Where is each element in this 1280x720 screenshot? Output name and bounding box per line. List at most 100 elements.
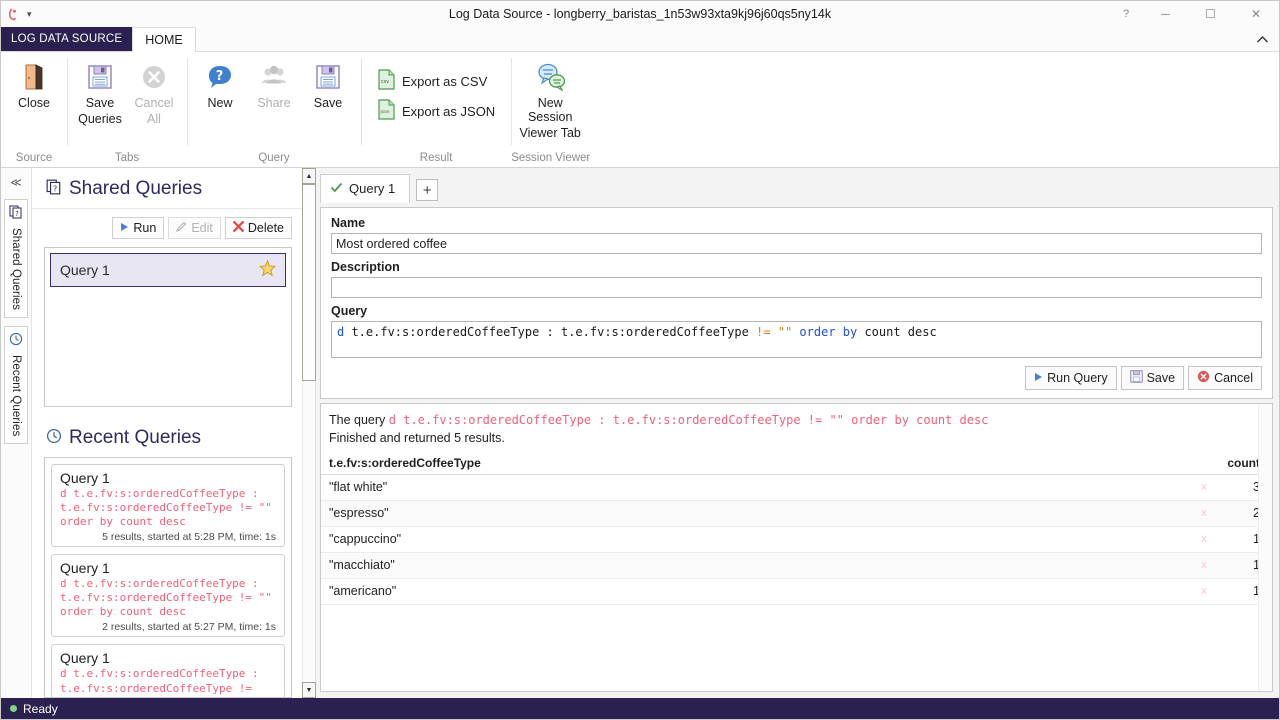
- edit-button[interactable]: Edit: [168, 217, 221, 239]
- ribbon-group-query: ? New: [187, 52, 361, 167]
- result-message-prefix: The query: [329, 413, 389, 427]
- run-query-button-label: Run Query: [1047, 371, 1107, 385]
- new-query-button[interactable]: ? New: [193, 56, 247, 110]
- results-table-header: t.e.fv:s:orderedCoffeeType count: [321, 456, 1272, 475]
- sidebar-item-recent-queries[interactable]: Recent Queries: [4, 326, 28, 444]
- table-row[interactable]: "espresso" x 2: [321, 501, 1272, 527]
- floppy-disk-icon: [85, 60, 115, 94]
- scroll-down-arrow-icon[interactable]: ▼: [302, 682, 316, 698]
- svg-text:csv: csv: [381, 79, 389, 85]
- table-row[interactable]: "flat white" x 3: [321, 475, 1272, 501]
- shared-queries-icon: ?: [9, 205, 23, 224]
- play-icon: [1034, 371, 1043, 385]
- tab-log-data-source[interactable]: LOG DATA SOURCE: [1, 27, 132, 51]
- collapse-sidebar-button[interactable]: ≪: [10, 176, 22, 189]
- table-row[interactable]: "macchiato" x 1: [321, 553, 1272, 579]
- row-marker-icon[interactable]: x: [1184, 533, 1224, 545]
- speech-bubbles-icon: [533, 60, 567, 94]
- name-field[interactable]: Most ordered coffee: [331, 233, 1262, 254]
- close-button-label: Close: [18, 96, 50, 110]
- run-button[interactable]: Run: [112, 217, 164, 239]
- description-field[interactable]: [331, 277, 1262, 298]
- cell-value: "americano": [321, 584, 1184, 598]
- table-row[interactable]: "cappuccino" x 1: [321, 527, 1272, 553]
- scrollbar-thumb[interactable]: [302, 184, 316, 381]
- shared-queries-title: Shared Queries: [69, 178, 202, 200]
- recent-queries-list[interactable]: Query 1 d t.e.fv:s:orderedCoffeeType : t…: [44, 457, 292, 698]
- help-button[interactable]: ?: [1109, 1, 1143, 27]
- maximize-button[interactable]: ☐: [1188, 1, 1233, 27]
- recent-query-title: Query 1: [60, 650, 276, 666]
- save-queries-button[interactable]: Save Queries: [73, 56, 127, 126]
- ribbon: Close Source: [1, 51, 1279, 168]
- minimize-button[interactable]: ─: [1143, 1, 1188, 27]
- scroll-up-arrow-icon[interactable]: ▲: [302, 168, 316, 184]
- ribbon-group-source: Close Source: [1, 52, 67, 167]
- share-query-button[interactable]: Share: [247, 56, 301, 110]
- cancel-button-label: Cancel: [1214, 371, 1253, 385]
- new-session-viewer-tab-label-line2: Viewer Tab: [520, 126, 581, 140]
- recent-queries-title: Recent Queries: [69, 427, 201, 449]
- collapse-ribbon-button[interactable]: [1256, 27, 1279, 51]
- star-icon[interactable]: [259, 260, 276, 280]
- delete-button-label: Delete: [248, 221, 284, 235]
- editor-buttons: Run Query Save: [331, 366, 1262, 390]
- export-as-json-label: Export as JSON: [402, 104, 495, 119]
- export-as-csv-label: Export as CSV: [402, 74, 487, 89]
- red-x-icon: [233, 221, 244, 235]
- sidebar-item-shared-queries[interactable]: ? Shared Queries: [4, 199, 28, 318]
- cell-value: "espresso": [321, 506, 1184, 520]
- new-query-label: New: [207, 96, 232, 110]
- column-header-value[interactable]: t.e.fv:s:orderedCoffeeType: [321, 456, 1184, 470]
- left-panel-scrollbar[interactable]: ▲ ▼: [302, 168, 316, 698]
- row-marker-icon[interactable]: x: [1184, 507, 1224, 519]
- row-marker-icon[interactable]: x: [1184, 481, 1224, 493]
- save-button-label: Save: [1147, 371, 1176, 385]
- new-session-viewer-tab-button[interactable]: New Session Viewer Tab: [517, 56, 583, 140]
- ribbon-group-session-viewer: New Session Viewer Tab Session Viewer: [511, 52, 590, 167]
- tab-home[interactable]: HOME: [132, 27, 196, 52]
- results-table: t.e.fv:s:orderedCoffeeType count "flat w…: [321, 456, 1272, 605]
- row-marker-icon[interactable]: x: [1184, 559, 1224, 571]
- floppy-disk-icon: [1130, 370, 1143, 386]
- window-title: Log Data Source - longberry_baristas_1n5…: [1, 7, 1279, 21]
- recent-query-text: d t.e.fv:s:orderedCoffeeType : t.e.fv:s:…: [60, 577, 276, 619]
- sidebar-item-recent-queries-label: Recent Queries: [10, 355, 22, 436]
- scrollbar-track[interactable]: [302, 184, 316, 682]
- cancel-all-button[interactable]: Cancel All: [127, 56, 181, 126]
- result-status: Finished and returned 5 results.: [329, 429, 1264, 447]
- export-as-json-button[interactable]: json Export as JSON: [371, 96, 501, 126]
- floppy-disk-icon: [313, 60, 343, 94]
- status-indicator-icon: [10, 705, 17, 712]
- delete-button[interactable]: Delete: [225, 217, 292, 239]
- cancel-button[interactable]: Cancel: [1188, 366, 1262, 390]
- query-token: "": [778, 325, 792, 339]
- cancel-all-label-line1: Cancel: [135, 96, 174, 110]
- people-icon: [259, 60, 289, 94]
- run-query-button[interactable]: Run Query: [1025, 366, 1116, 390]
- tab-query-1[interactable]: Query 1: [320, 174, 410, 203]
- recent-query-meta: 2 results, started at 5:27 PM, time: 1s: [60, 621, 276, 633]
- list-item[interactable]: Query 1 d t.e.fv:s:orderedCoffeeType : t…: [51, 554, 285, 637]
- list-item[interactable]: Query 1 d t.e.fv:s:orderedCoffeeType : t…: [51, 464, 285, 547]
- list-item[interactable]: Query 1: [50, 253, 286, 287]
- close-window-button[interactable]: ✕: [1233, 1, 1279, 27]
- shared-queries-icon: ?: [46, 179, 62, 200]
- query-input[interactable]: d t.e.fv:s:orderedCoffeeType : t.e.fv:s:…: [331, 321, 1262, 358]
- new-session-viewer-tab-label-line1: New Session: [519, 96, 581, 124]
- row-marker-icon[interactable]: x: [1184, 585, 1224, 597]
- save-query-button[interactable]: Save: [301, 56, 355, 110]
- recent-query-title: Query 1: [60, 470, 276, 486]
- quick-access-caret-icon[interactable]: ▾: [27, 10, 32, 19]
- recent-queries-header: Recent Queries: [44, 417, 292, 457]
- new-tab-button[interactable]: +: [416, 179, 438, 201]
- list-item[interactable]: Query 1 d t.e.fv:s:orderedCoffeeType : t…: [51, 644, 285, 698]
- close-button[interactable]: Close: [7, 56, 61, 110]
- save-button[interactable]: Save: [1121, 366, 1185, 390]
- export-as-csv-button[interactable]: csv Export as CSV: [371, 66, 501, 96]
- play-icon: [120, 221, 129, 235]
- results-scrollbar[interactable]: [1258, 404, 1272, 691]
- ribbon-group-tabs: Save Queries Cancel All Tabs: [67, 52, 187, 167]
- table-row[interactable]: "americano" x 1: [321, 579, 1272, 605]
- quick-access-toolbar: ▾: [1, 7, 32, 22]
